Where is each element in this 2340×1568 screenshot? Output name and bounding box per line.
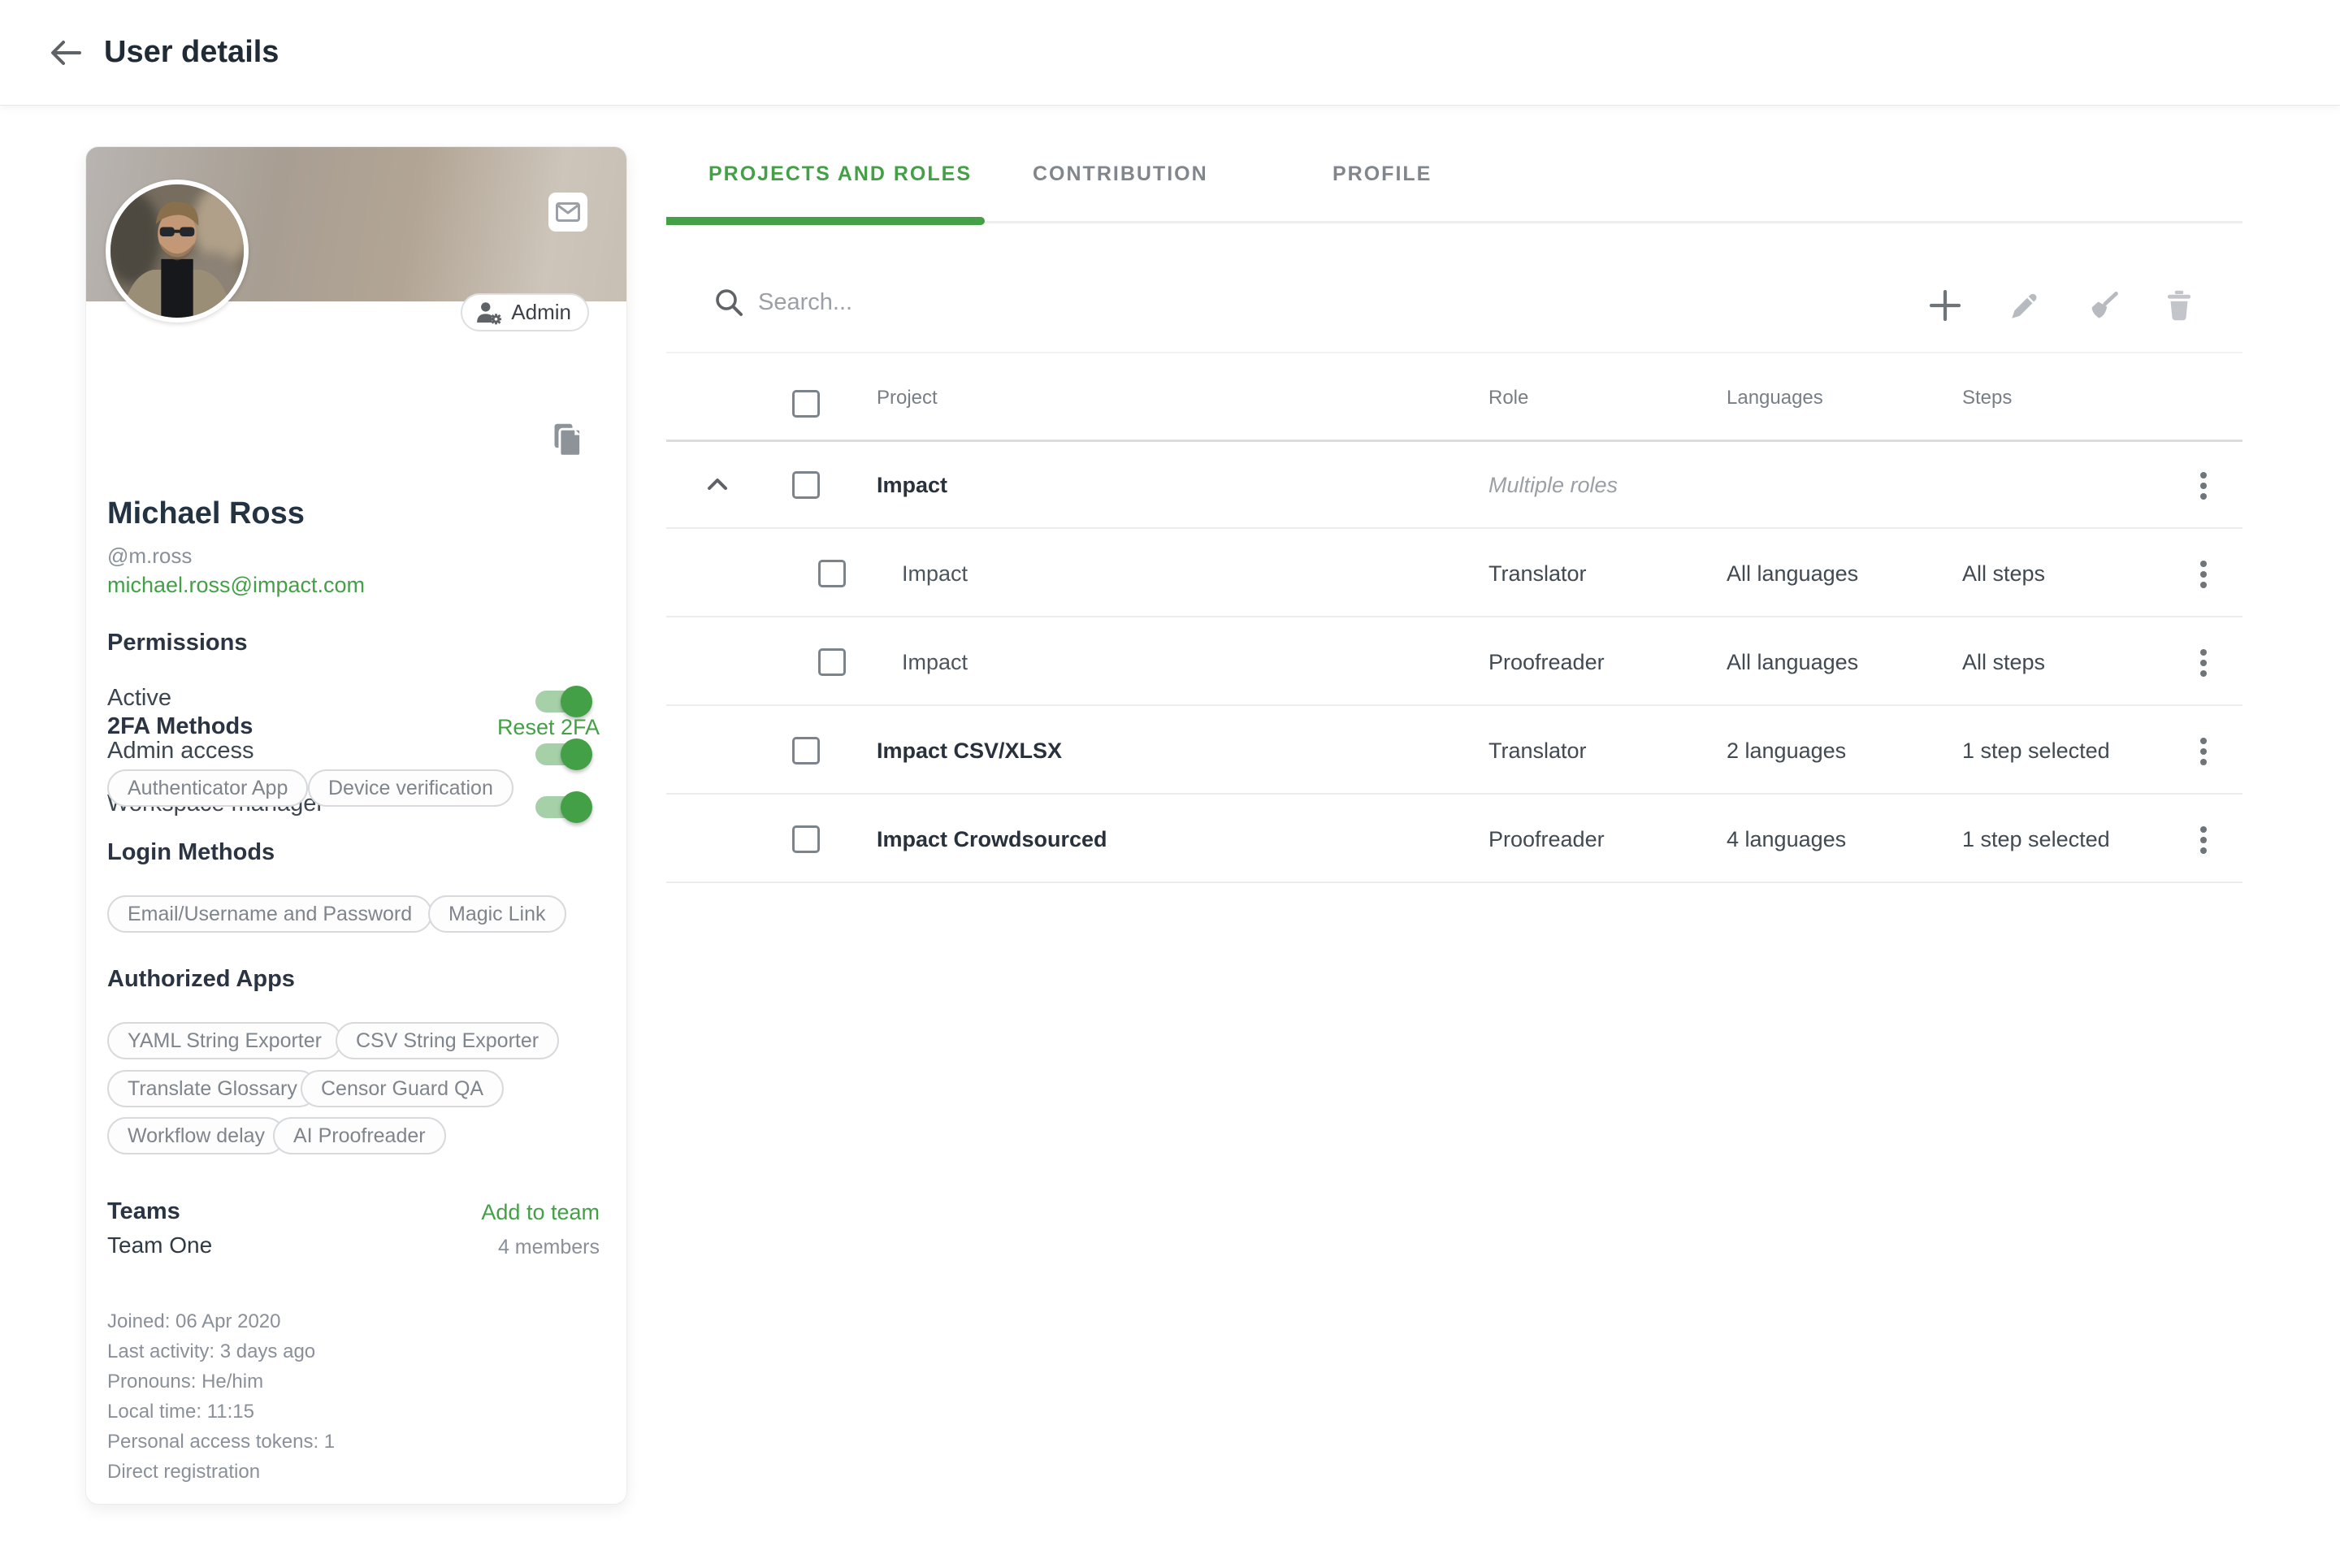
- row-menu-kebab-icon[interactable]: [2184, 730, 2223, 773]
- row-menu-kebab-icon[interactable]: [2184, 553, 2223, 596]
- row-checkbox[interactable]: [792, 737, 820, 765]
- twofa-title: 2FA Methods: [107, 713, 253, 740]
- active-tab-indicator: [666, 217, 985, 225]
- table-header: Project Role Languages Steps: [666, 361, 2242, 442]
- cell-project: Impact: [902, 561, 968, 587]
- table-toolbar: [666, 268, 2242, 353]
- cell-steps: 1 step selected: [1962, 827, 2110, 852]
- team-name: Team One: [107, 1232, 212, 1258]
- chevron-up-icon[interactable]: [704, 473, 731, 497]
- team-members-count: 4 members: [498, 1236, 600, 1259]
- app-chip: Translate Glossary: [107, 1070, 318, 1107]
- login-methods-title: Login Methods: [107, 839, 275, 866]
- row-menu-kebab-icon[interactable]: [2184, 642, 2223, 684]
- twofa-chip: Device verification: [308, 769, 514, 807]
- copy-email-icon[interactable]: [550, 422, 586, 457]
- twofa-chip: Authenticator App: [107, 769, 308, 807]
- profile-card: Admin Michael Ross @m.ross michael.ross@…: [85, 146, 627, 1505]
- role-badge: Admin: [461, 293, 589, 331]
- reset-2fa-link[interactable]: Reset 2FA: [497, 715, 600, 740]
- row-menu-kebab-icon[interactable]: [2184, 819, 2223, 861]
- cell-languages: All languages: [1727, 650, 1858, 675]
- edit-pencil-icon[interactable]: [2002, 283, 2048, 328]
- tab-contribution[interactable]: CONTRIBUTION: [1033, 162, 1208, 186]
- admin-user-gear-icon: [475, 301, 503, 325]
- meta-access-tokens: Personal access tokens: 1: [107, 1427, 335, 1457]
- clear-broom-icon[interactable]: [2080, 283, 2126, 328]
- meta-pronouns: Pronouns: He/him: [107, 1367, 335, 1397]
- tab-projects-and-roles[interactable]: PROJECTS AND ROLES: [708, 162, 972, 186]
- app-chip: AI Proofreader: [273, 1117, 446, 1154]
- meta-joined: Joined: 06 Apr 2020: [107, 1306, 335, 1336]
- cell-project: Impact Crowdsourced: [877, 827, 1107, 852]
- role-badge-label: Admin: [511, 300, 571, 325]
- cell-role: Multiple roles: [1488, 473, 1618, 498]
- teams-title: Teams: [107, 1198, 180, 1225]
- add-icon[interactable]: [1922, 283, 1968, 328]
- app-chip: Workflow delay: [107, 1117, 285, 1154]
- column-languages: Languages: [1727, 387, 1823, 409]
- table-row[interactable]: Impact Crowdsourced Proofreader 4 langua…: [666, 796, 2242, 883]
- search-icon: [713, 286, 745, 318]
- table-row[interactable]: Impact Proofreader All languages All ste…: [666, 619, 2242, 706]
- cell-role: Proofreader: [1488, 650, 1605, 675]
- tab-profile[interactable]: PROFILE: [1332, 162, 1432, 186]
- delete-trash-icon[interactable]: [2156, 283, 2202, 328]
- app-chip: YAML String Exporter: [107, 1022, 342, 1059]
- login-chip: Email/Username and Password: [107, 895, 432, 933]
- app-chip: Censor Guard QA: [301, 1070, 504, 1107]
- cell-steps: 1 step selected: [1962, 739, 2110, 764]
- cell-languages: All languages: [1727, 561, 1858, 587]
- meta-last-activity: Last activity: 3 days ago: [107, 1336, 335, 1367]
- user-email-link[interactable]: michael.ross@impact.com: [107, 573, 365, 598]
- table-row[interactable]: Impact CSV/XLSX Translator 2 languages 1…: [666, 708, 2242, 795]
- user-details-page: User details: [0, 0, 2340, 1568]
- row-menu-kebab-icon[interactable]: [2184, 465, 2223, 507]
- cell-project: Impact CSV/XLSX: [877, 739, 1062, 764]
- cell-steps: All steps: [1962, 561, 2045, 587]
- table-row[interactable]: Impact Translator All languages All step…: [666, 531, 2242, 617]
- column-steps: Steps: [1962, 387, 2012, 409]
- column-project: Project: [877, 387, 938, 409]
- cell-languages: 4 languages: [1727, 827, 1846, 852]
- top-bar: User details: [0, 0, 2340, 106]
- cell-role: Translator: [1488, 561, 1587, 587]
- avatar: [106, 180, 249, 323]
- user-handle: @m.ross: [107, 544, 192, 569]
- back-arrow-icon[interactable]: [42, 30, 88, 76]
- cell-role: Translator: [1488, 739, 1587, 764]
- meta-local-time: Local time: 11:15: [107, 1397, 335, 1427]
- authorized-apps-title: Authorized Apps: [107, 966, 295, 993]
- cell-languages: 2 languages: [1727, 739, 1846, 764]
- select-all-checkbox[interactable]: [792, 390, 820, 418]
- toolbar-divider: [666, 352, 2242, 353]
- login-chip: Magic Link: [428, 895, 566, 933]
- meta-registration: Direct registration: [107, 1457, 335, 1487]
- toggle-active[interactable]: [535, 691, 587, 713]
- column-role: Role: [1488, 387, 1528, 409]
- cell-project: Impact: [877, 473, 947, 498]
- toggle-admin-access[interactable]: [535, 743, 587, 765]
- cell-steps: All steps: [1962, 650, 2045, 675]
- user-name: Michael Ross: [107, 496, 305, 531]
- toggle-label-admin-access: Admin access: [107, 738, 254, 765]
- search-input[interactable]: [758, 278, 1733, 327]
- row-checkbox[interactable]: [818, 560, 846, 587]
- table-row[interactable]: Impact Multiple roles: [666, 442, 2242, 529]
- toggle-workspace-manager[interactable]: [535, 796, 587, 818]
- row-checkbox[interactable]: [792, 825, 820, 853]
- permissions-title: Permissions: [107, 630, 247, 656]
- row-checkbox[interactable]: [818, 648, 846, 676]
- app-chip: CSV String Exporter: [336, 1022, 559, 1059]
- send-email-button[interactable]: [548, 193, 587, 232]
- cell-project: Impact: [902, 650, 968, 675]
- toggle-label-active: Active: [107, 685, 171, 712]
- cell-role: Proofreader: [1488, 827, 1605, 852]
- user-meta: Joined: 06 Apr 2020 Last activity: 3 day…: [107, 1306, 335, 1487]
- page-title: User details: [104, 35, 279, 70]
- row-checkbox[interactable]: [792, 471, 820, 499]
- add-to-team-link[interactable]: Add to team: [481, 1200, 600, 1225]
